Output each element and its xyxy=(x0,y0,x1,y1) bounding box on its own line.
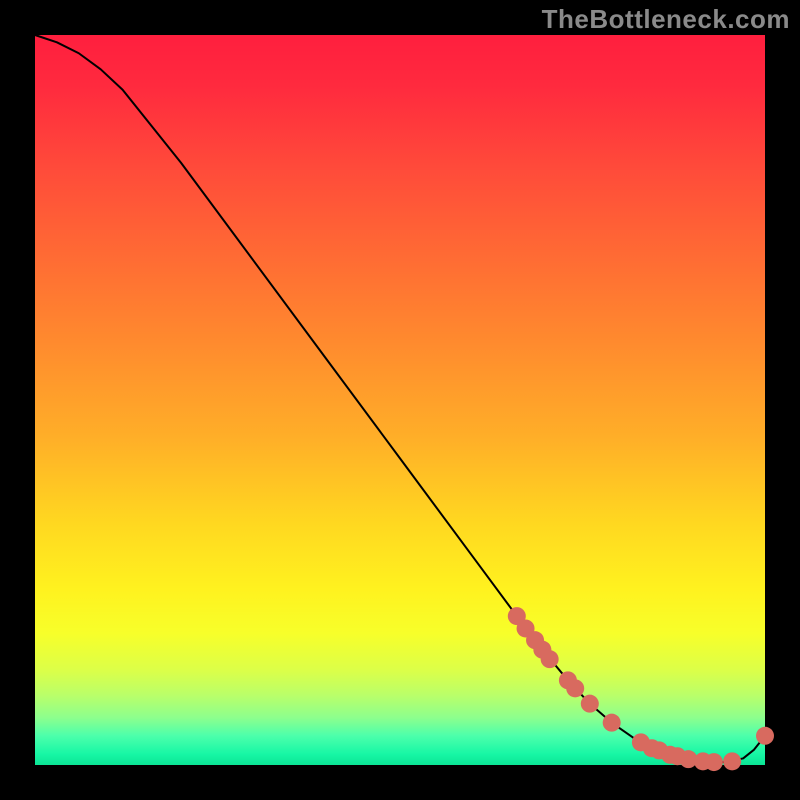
data-marker xyxy=(541,650,559,668)
data-marker xyxy=(603,714,621,732)
data-marker xyxy=(566,679,584,697)
data-marker xyxy=(756,727,774,745)
data-marker xyxy=(723,752,741,770)
plot-background xyxy=(35,35,765,765)
chart-frame: TheBottleneck.com xyxy=(0,0,800,800)
bottleneck-curve-chart xyxy=(0,0,800,800)
data-marker xyxy=(581,695,599,713)
data-marker xyxy=(705,753,723,771)
